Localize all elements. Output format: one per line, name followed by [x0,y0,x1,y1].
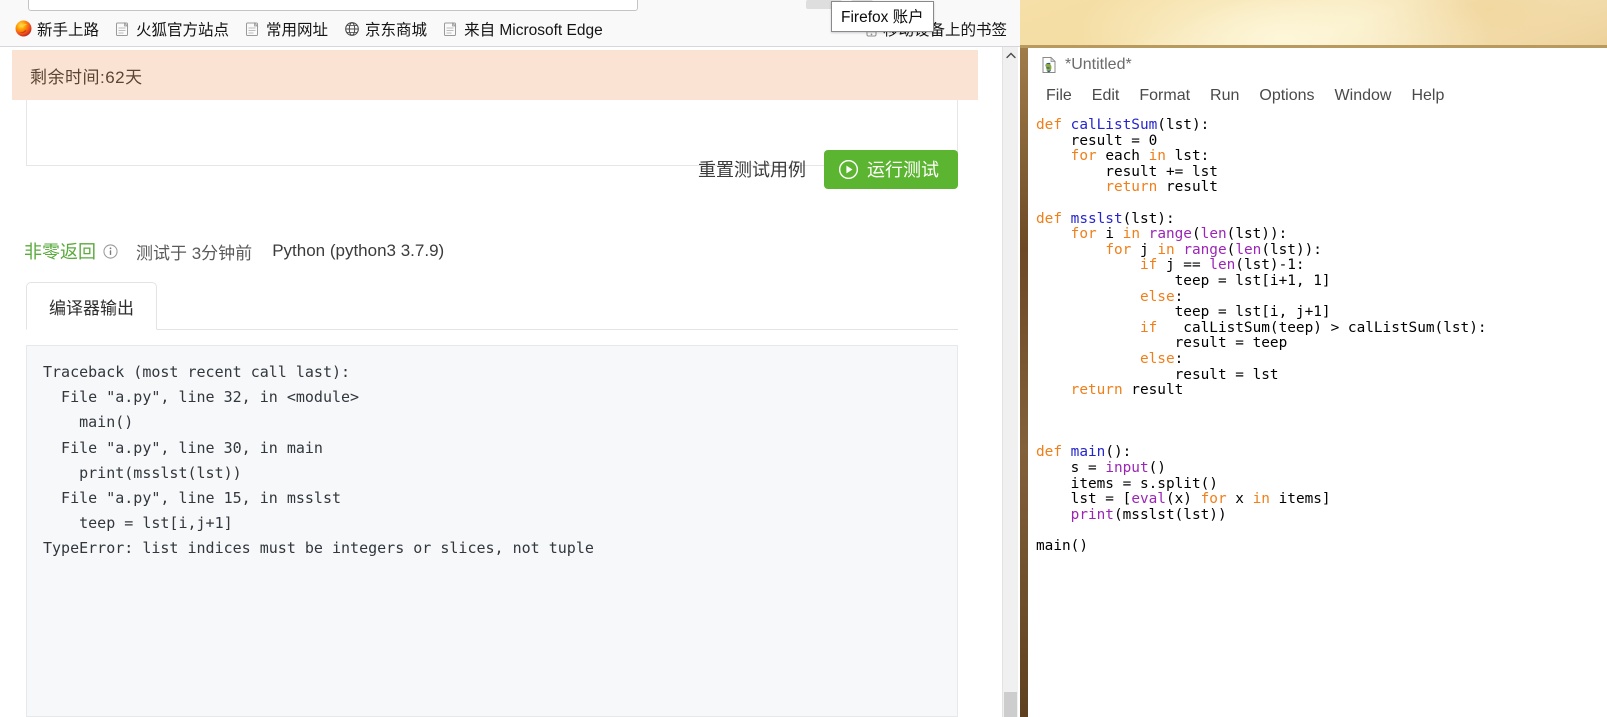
bookmark-label: 新手上路 [37,21,100,39]
code-line: def calListSum(lst): [1036,117,1210,133]
code-line: for each in lst: [1070,148,1210,165]
code-line: def msslst(lst): [1036,210,1175,227]
idle-window-left-border [1020,48,1028,717]
compiler-output-panel: Traceback (most recent call last): File … [26,345,958,717]
idle-editor-window: *Untitled* File Edit Format Run Options … [1028,48,1607,717]
code-line: main() [1036,538,1088,555]
bookmark-item-1[interactable]: 火狐官方站点 [108,15,236,43]
test-actions-row: 重置测试用例 运行测试 [26,143,958,195]
bookmark-label: 来自 Microsoft Edge [464,21,603,39]
desktop-wallpaper [1020,0,1607,48]
run-test-label: 运行测试 [867,160,939,180]
idle-window-title: *Untitled* [1065,56,1132,73]
page-scrollbar[interactable] [1002,47,1018,717]
code-line: print(msslst(lst)) [1070,506,1227,523]
bookmark-label: 火狐官方站点 [136,21,230,39]
scrollbar-thumb[interactable] [1004,692,1017,717]
remaining-time-text: 剩余时间:62天 [30,67,143,87]
folder-icon [245,21,261,37]
code-line: def main(): [1036,444,1132,461]
idle-menubar: File Edit Format Run Options Window Help [1028,82,1607,110]
code-line: teep = lst[i, j+1] [1036,304,1331,321]
code-line: return result [1105,179,1218,196]
bookmark-item-4[interactable]: 来自 Microsoft Edge [436,15,610,43]
code-line: result += lst [1036,163,1218,180]
bookmark-label: 京东商城 [365,21,428,39]
info-circle-icon[interactable] [96,243,118,259]
code-line: if j == len(lst)-1: [1139,257,1305,274]
firefox-window: 新手上路 火狐官方站点 常用网址 京东商城 来自 Microsoft Edge … [0,0,1020,717]
code-line: items = s.split() [1036,475,1218,492]
code-line: s = input() [1036,460,1166,477]
menu-options[interactable]: Options [1249,85,1324,107]
scrollbar-up-arrow-icon[interactable] [1003,47,1018,64]
folder-icon [115,21,131,37]
tab-compiler-output[interactable]: 编译器输出 [26,282,157,330]
code-line: if calListSum(teep) > calListSum(lst): [1139,319,1487,336]
output-tab-strip: 编译器输出 [26,282,958,330]
menu-edit[interactable]: Edit [1082,85,1130,107]
remaining-time-banner: 剩余时间:62天 [12,50,978,100]
code-line: result = lst [1036,366,1279,383]
bookmark-item-2[interactable]: 常用网址 [238,15,335,43]
traceback-text: Traceback (most recent call last): File … [43,363,594,558]
tab-label: 编译器输出 [49,298,134,318]
idle-titlebar[interactable]: *Untitled* [1028,48,1607,82]
idle-code-editor[interactable]: def calListSum(lst): result = 0 for each… [1028,110,1607,717]
test-status-row: 非零返回 测试于 3分钟前 Python (python3 3.7.9) [24,238,444,264]
test-timestamp: 测试于 3分钟前 [136,243,253,263]
bookmark-item-0[interactable]: 新手上路 [8,15,106,43]
menu-window[interactable]: Window [1325,85,1402,107]
run-test-button[interactable]: 运行测试 [824,149,958,189]
globe-icon [344,21,360,37]
address-bar[interactable] [28,0,638,11]
bookmark-item-3[interactable]: 京东商城 [337,15,434,43]
python-file-icon [1040,56,1065,74]
status-badge: 非零返回 [24,242,96,262]
menu-run[interactable]: Run [1200,85,1249,107]
menu-file[interactable]: File [1036,85,1082,107]
code-line: for j in range(len(lst)): [1105,241,1322,258]
bookmark-label: 常用网址 [266,21,329,39]
code-line: else: [1139,288,1184,305]
page-content: 剩余时间:62天 重置测试用例 运行测试 非零返回 测试于 3分钟前 Pytho… [0,47,1006,717]
menu-format[interactable]: Format [1129,85,1200,107]
firefox-icon [15,20,32,37]
code-line: for i in range(len(lst)): [1070,226,1288,243]
code-line: result = 0 [1036,132,1158,149]
firefox-account-tooltip: Firefox 账户 [831,1,934,32]
language-label: Python (python3 3.7.9) [272,241,445,260]
code-line: else: [1139,350,1184,367]
code-line: return result [1070,382,1184,399]
play-circle-icon [839,159,858,179]
folder-icon [443,21,459,37]
menu-help[interactable]: Help [1401,85,1454,107]
code-line: teep = lst[i+1, 1] [1036,272,1331,289]
code-line: lst = [eval(x) for x in items] [1036,491,1331,508]
reset-testcase-link[interactable]: 重置测试用例 [698,156,806,182]
code-line: result = teep [1036,335,1288,352]
